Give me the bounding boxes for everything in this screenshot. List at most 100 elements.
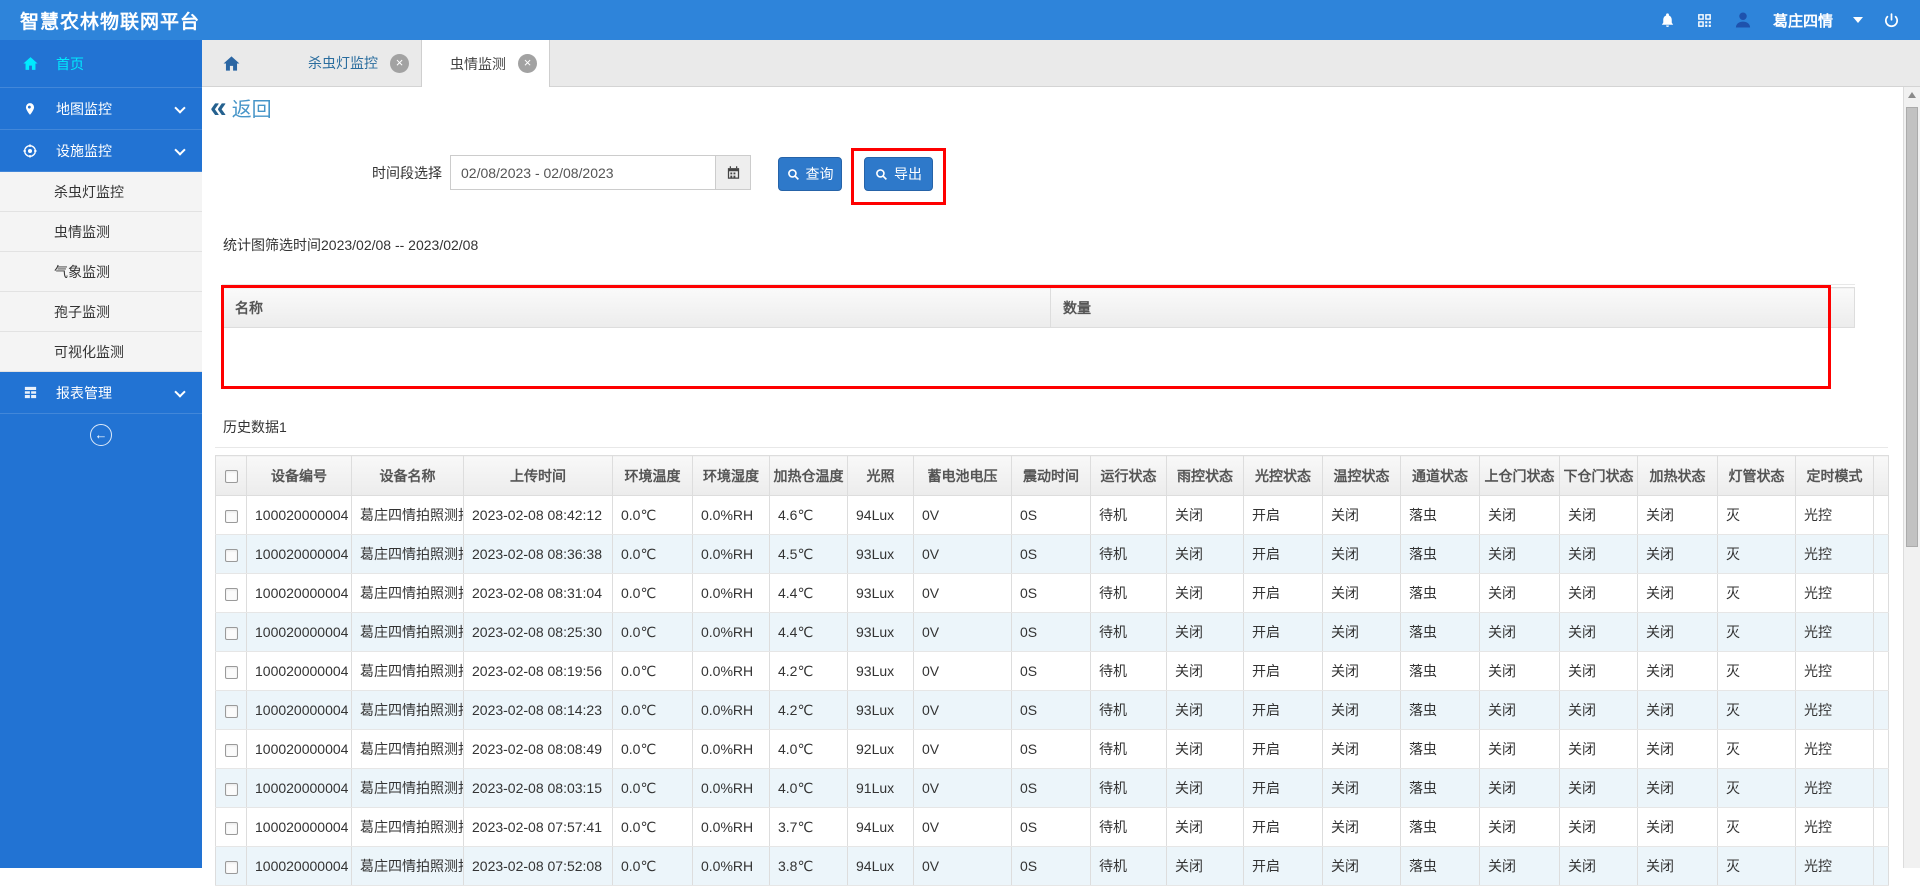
tab-insecticidal-lamp[interactable]: 杀虫灯监控 × [280, 40, 421, 86]
sidebar-item-label: 报表管理 [56, 384, 112, 401]
tab-pest-monitor[interactable]: 虫情监测 × [421, 40, 550, 87]
table-cell: 关闭 [1322, 612, 1401, 652]
sidebar-subitem-label: 杀虫灯监控 [54, 183, 124, 200]
table-cell: 93Lux [847, 573, 914, 613]
table-cell: 0.0℃ [612, 807, 693, 847]
table-cell: 93Lux [847, 612, 914, 652]
table-cell: 0V [913, 690, 1012, 730]
table-cell: 葛庄四情拍照测报 [351, 495, 464, 535]
row-checkbox[interactable] [224, 665, 238, 679]
table-cell: 葛庄四情拍照测报 [351, 612, 464, 652]
row-checkbox[interactable] [224, 782, 238, 796]
table-row: 100020000004 葛庄四情拍照测报 2023-02-08 08:03:15 0… [215, 768, 1889, 808]
row-checkbox[interactable] [224, 743, 238, 757]
row-checkbox[interactable] [224, 821, 238, 835]
table-cell: 2023-02-08 08:31:04 [463, 573, 613, 613]
table-cell: 关闭 [1479, 846, 1560, 886]
close-icon[interactable]: × [390, 53, 409, 73]
table-cell: 关闭 [1559, 729, 1638, 769]
table-cell: 关闭 [1166, 573, 1244, 613]
filler-cell [1873, 534, 1889, 574]
table-cell: 灭 [1717, 846, 1796, 886]
main-content: « 返回 时间段选择 查询 导出 统计图筛选时间2023/02/08 -- 20… [202, 87, 1903, 886]
row-checkbox[interactable] [224, 548, 238, 562]
calendar-button[interactable] [715, 155, 751, 190]
sidebar-item-map-monitor[interactable]: 地图监控 [0, 88, 202, 130]
sidebar-subitem-pest-monitor[interactable]: 虫情监测 [0, 212, 202, 252]
checkbox-cell [215, 534, 247, 574]
table-cell: 灭 [1717, 651, 1796, 691]
table-cell: 待机 [1090, 768, 1167, 808]
sidebar-item-facility-monitor[interactable]: 设施监控 [0, 130, 202, 172]
tab-home[interactable] [202, 40, 260, 86]
row-checkbox[interactable] [224, 704, 238, 718]
filler-cell [1873, 612, 1889, 652]
sidebar-item-report-manage[interactable]: 报表管理 [0, 372, 202, 414]
user-icon[interactable] [1733, 10, 1753, 30]
export-button[interactable]: 导出 [864, 157, 933, 191]
table-cell: 0.0℃ [612, 690, 693, 730]
table-cell: 2023-02-08 08:03:15 [463, 768, 613, 808]
query-button[interactable]: 查询 [778, 157, 842, 191]
map-pin-icon [20, 101, 40, 117]
sidebar-collapse-button[interactable]: ← [0, 414, 202, 456]
chevron-down-icon [174, 386, 186, 398]
user-name[interactable]: 葛庄四情 [1773, 10, 1833, 31]
sidebar-item-home[interactable]: 首页 [0, 40, 202, 88]
history-column-header: 雨控状态 [1166, 455, 1244, 496]
table-cell: 关闭 [1559, 534, 1638, 574]
table-cell: 0.0℃ [612, 612, 693, 652]
table-cell: 葛庄四情拍照测报 [351, 846, 464, 886]
table-cell: 关闭 [1166, 807, 1244, 847]
table-cell: 葛庄四情拍照测报 [351, 690, 464, 730]
close-icon[interactable]: × [518, 54, 537, 73]
date-range-input[interactable] [450, 155, 716, 190]
table-cell: 落虫 [1400, 690, 1480, 730]
table-cell: 灭 [1717, 534, 1796, 574]
table-cell: 灭 [1717, 768, 1796, 808]
row-checkbox[interactable] [224, 626, 238, 640]
table-cell: 关闭 [1637, 729, 1718, 769]
filler-cell [1873, 573, 1889, 613]
table-cell: 2023-02-08 08:08:49 [463, 729, 613, 769]
table-cell: 开启 [1243, 768, 1323, 808]
table-cell: 0.0%RH [692, 495, 770, 535]
bell-icon[interactable] [1659, 12, 1676, 29]
stats-empty-cell [222, 327, 1051, 386]
table-cell: 4.6℃ [769, 495, 848, 535]
search-icon [876, 168, 887, 180]
sidebar-subitem-insecticidal-lamp[interactable]: 杀虫灯监控 [0, 172, 202, 212]
table-cell: 关闭 [1479, 768, 1560, 808]
back-button[interactable]: « 返回 [210, 92, 272, 122]
table-cell: 94Lux [847, 846, 914, 886]
table-cell: 光控 [1795, 612, 1874, 652]
table-cell: 4.0℃ [769, 768, 848, 808]
filler-cell [1873, 768, 1889, 808]
row-checkbox[interactable] [224, 860, 238, 874]
vertical-scrollbar[interactable] [1903, 87, 1920, 868]
select-all-checkbox[interactable] [224, 470, 238, 484]
table-cell: 关闭 [1479, 573, 1560, 613]
caret-down-icon[interactable] [1853, 17, 1863, 23]
table-cell: 0S [1011, 807, 1091, 847]
qrcode-icon[interactable] [1696, 12, 1713, 29]
table-cell: 0.0℃ [612, 534, 693, 574]
sidebar-subitem-visual-monitor[interactable]: 可视化监测 [0, 332, 202, 372]
sidebar-subitem-spore-monitor[interactable]: 孢子监测 [0, 292, 202, 332]
sidebar-subitem-weather-monitor[interactable]: 气象监测 [0, 252, 202, 292]
row-checkbox[interactable] [224, 587, 238, 601]
table-cell: 关闭 [1637, 495, 1718, 535]
panel-divider [222, 284, 1855, 285]
power-icon[interactable] [1883, 12, 1900, 29]
table-cell: 关闭 [1166, 768, 1244, 808]
scrollbar-thumb[interactable] [1906, 107, 1918, 547]
filler-cell [1873, 495, 1889, 535]
checkbox-cell [215, 846, 247, 886]
table-cell: 落虫 [1400, 846, 1480, 886]
row-checkbox[interactable] [224, 509, 238, 523]
table-cell: 4.4℃ [769, 573, 848, 613]
table-cell: 光控 [1795, 651, 1874, 691]
scroll-up-arrow-icon[interactable] [1904, 87, 1920, 103]
table-cell: 葛庄四情拍照测报 [351, 729, 464, 769]
filler-cell [1873, 690, 1889, 730]
